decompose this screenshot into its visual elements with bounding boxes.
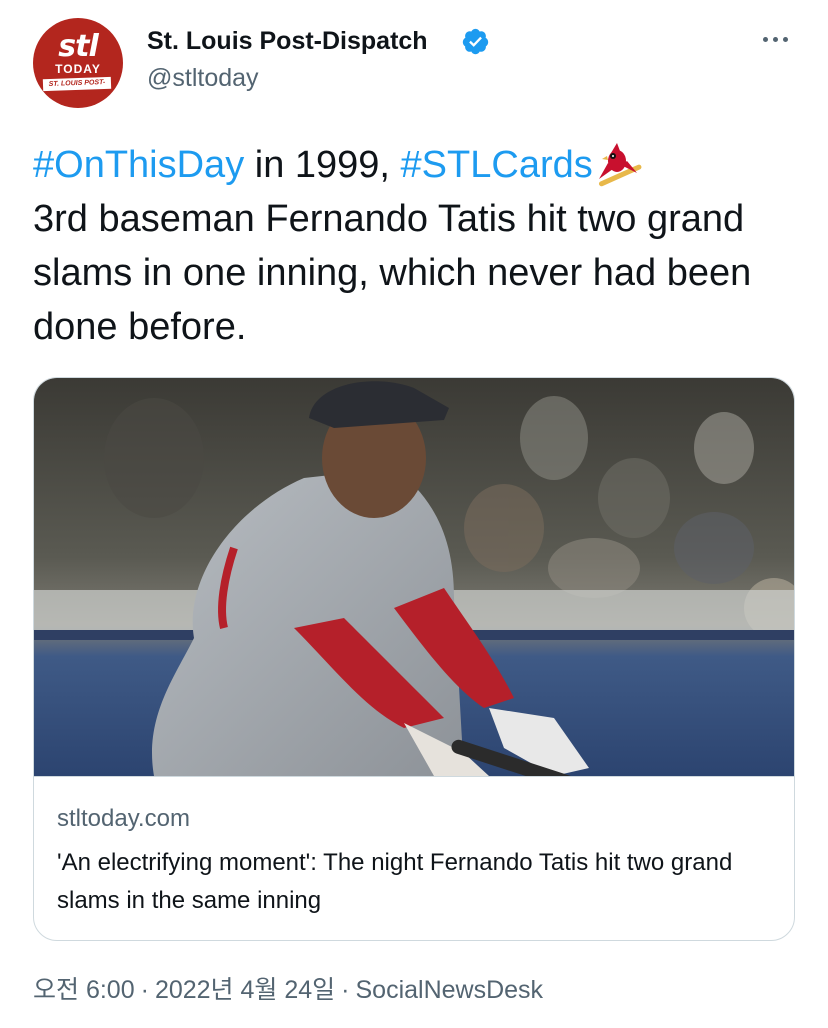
cardinal-bird-icon <box>598 143 642 187</box>
more-dot-icon <box>773 37 778 42</box>
link-preview-card[interactable]: stltoday.com 'An electrifying moment': T… <box>33 377 795 941</box>
separator: · <box>140 976 149 1004</box>
tweet-date[interactable]: 2022년 4월 24일 <box>155 976 335 1004</box>
author-display-name[interactable]: St. Louis Post-Dispatch <box>147 26 428 56</box>
separator: · <box>341 976 350 1004</box>
card-domain: stltoday.com <box>57 805 190 832</box>
tweet-source[interactable]: SocialNewsDesk <box>355 976 543 1004</box>
tweet-time[interactable]: 오전 6:00 <box>33 976 135 1004</box>
verified-badge-icon <box>462 28 489 55</box>
tweet-text-segment: in 1999, <box>244 144 401 186</box>
avatar-logo-subtext: TODAY <box>55 62 101 76</box>
more-dot-icon <box>763 37 768 42</box>
hashtag-onthisday[interactable]: #OnThisDay <box>33 144 244 186</box>
card-title: 'An electrifying moment': The night Fern… <box>57 849 733 914</box>
avatar-logo-band: ST. LOUIS POST-DISPATCH <box>42 76 112 100</box>
avatar[interactable]: stl TODAY ST. LOUIS POST-DISPATCH <box>33 18 123 108</box>
tweet: stl TODAY ST. LOUIS POST-DISPATCH St. Lo… <box>0 0 828 1028</box>
card-photo <box>34 378 794 776</box>
baseball-player-photo <box>34 378 794 776</box>
more-dot-icon <box>783 37 788 42</box>
tweet-footer: 오전 6:00 · 2022년 4월 24일 · SocialNewsDesk <box>33 974 543 1006</box>
tweet-text-body: 3rd baseman Fernando Tatis hit two grand… <box>33 198 752 348</box>
avatar-logo-text: stl <box>58 29 98 64</box>
author-handle[interactable]: @stltoday <box>147 63 259 93</box>
hashtag-stlcards[interactable]: #STLCards <box>401 144 593 186</box>
card-meta: stltoday.com 'An electrifying moment': T… <box>34 776 794 940</box>
more-options-button[interactable] <box>756 24 796 54</box>
tweet-text: #OnThisDay in 1999, #STLCards 3rd basema… <box>33 138 803 354</box>
